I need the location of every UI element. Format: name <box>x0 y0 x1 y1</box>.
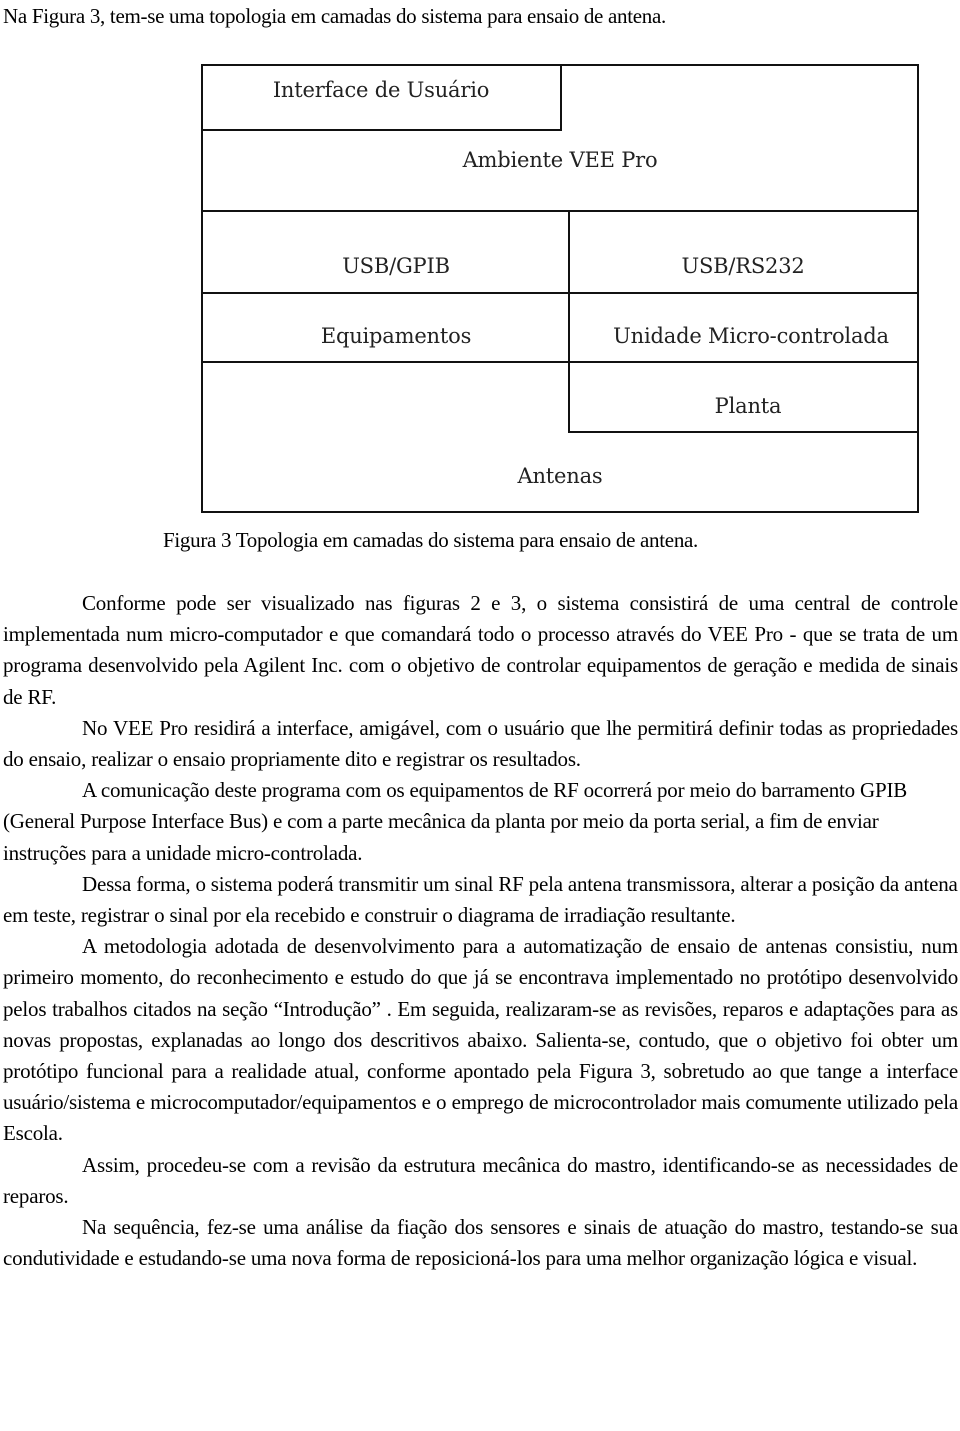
paragraph: Na sequência, fez-se uma análise da fiaç… <box>3 1215 958 1271</box>
diagram-border-bottom <box>201 511 919 513</box>
interface-box-bottom <box>201 129 562 131</box>
layer-planta: Planta <box>714 394 782 418</box>
diagram-border-right <box>917 64 919 513</box>
paragraph: No VEE Pro residirá a interface, amigáve… <box>3 715 958 772</box>
interface-box-right <box>560 64 562 131</box>
equipamentos-divider <box>201 361 919 363</box>
figure-caption: Figura 3 Topologia em camadas do sistema… <box>163 528 698 552</box>
layer-topology-diagram: Interface de Usuário Ambiente VEE Pro US… <box>0 0 960 560</box>
layer-usb-rs232: USB/RS232 <box>681 254 805 278</box>
usb-divider <box>201 292 919 294</box>
diagram-border-left <box>201 64 203 513</box>
paragraph: A comunicação deste programa com os equi… <box>3 778 908 865</box>
column-divider <box>568 210 570 433</box>
layer-usb-gpib: USB/GPIB <box>342 254 450 278</box>
paragraph: Dessa forma, o sistema poderá transmitir… <box>3 871 958 928</box>
planta-divider <box>568 431 919 433</box>
body-text: Conforme pode ser visualizado nas figura… <box>3 588 958 1274</box>
paragraph: Conforme pode ser visualizado nas figura… <box>3 591 958 709</box>
layer-interface-usuario: Interface de Usuário <box>272 78 490 102</box>
layer-unidade-micro-controlada: Unidade Micro-controlada <box>613 324 889 348</box>
layer-ambiente-vee-pro: Ambiente VEE Pro <box>462 148 658 172</box>
ambiente-divider <box>201 210 919 212</box>
layer-equipamentos: Equipamentos <box>320 324 472 348</box>
paragraph: Assim, procedeu-se com a revisão da estr… <box>3 1152 958 1208</box>
paragraph: A metodologia adotada de desenvolvimento… <box>3 934 958 1146</box>
layer-antenas: Antenas <box>517 464 603 488</box>
